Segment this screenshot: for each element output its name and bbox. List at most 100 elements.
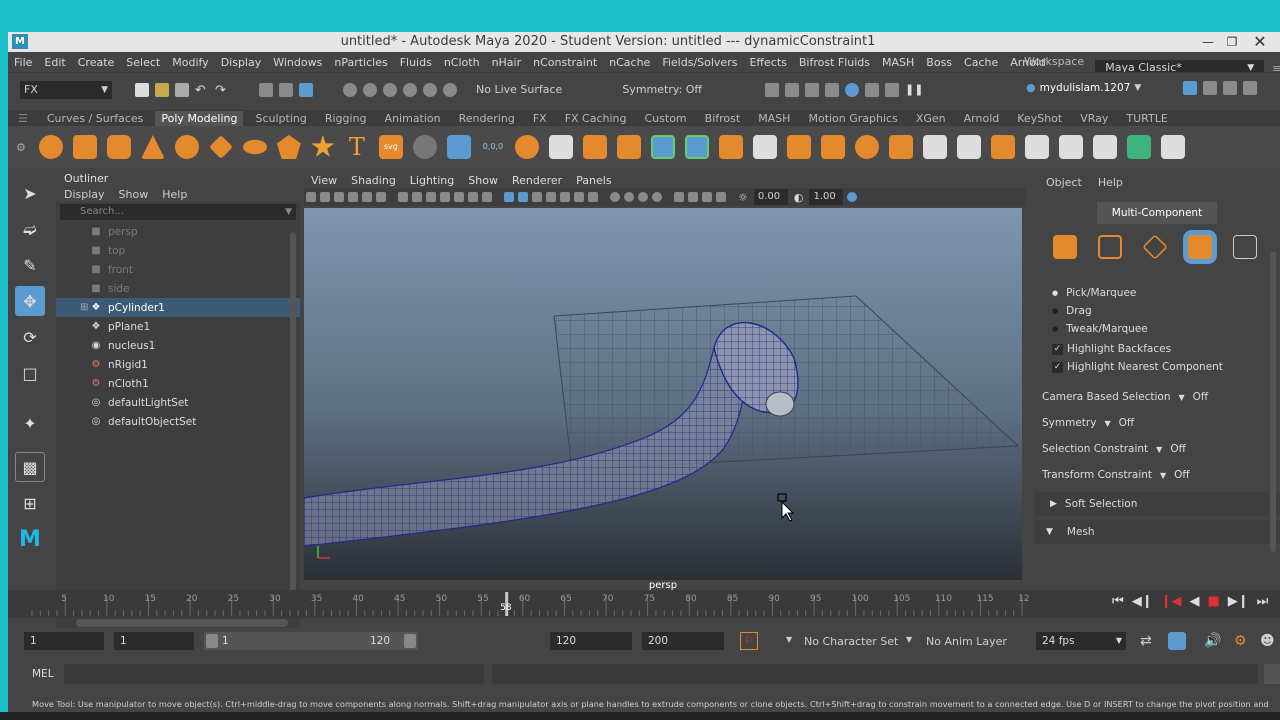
film-gate-icon[interactable]	[412, 192, 422, 202]
viewport-menu-lighting[interactable]: Lighting	[410, 174, 454, 187]
poly-cylinder-icon[interactable]	[106, 135, 131, 159]
scene-end-field[interactable]: 200	[642, 632, 724, 650]
menu-boss[interactable]: Boss	[926, 56, 952, 69]
shelf-tab-bifrost[interactable]: Bifrost	[705, 112, 741, 125]
reset-transform-icon[interactable]: 0,0,0	[481, 135, 505, 159]
single-perspective-layout-icon[interactable]: ▩	[15, 452, 45, 482]
modeling-toolkit-toggle-icon[interactable]	[1183, 81, 1197, 95]
transform-constraint-row[interactable]: Transform Constraint ▼ Off	[1042, 462, 1280, 488]
snap-view-plane-icon[interactable]	[403, 82, 417, 97]
gate-mask-icon[interactable]	[440, 192, 450, 202]
mirror-tool-icon[interactable]	[412, 135, 437, 159]
menu-display[interactable]: Display	[221, 56, 262, 69]
menu-mash[interactable]: MASH	[882, 56, 914, 69]
default-material-icon[interactable]	[532, 192, 542, 202]
isolate-select-icon[interactable]	[674, 192, 684, 202]
camera-attributes-icon[interactable]	[320, 192, 330, 202]
user-account[interactable]: ● mydulislam.1207 ▼	[1026, 81, 1141, 94]
toolkit-menu-object[interactable]: Object	[1046, 176, 1082, 189]
connect-tool-icon[interactable]	[888, 135, 913, 159]
sound-icon[interactable]: 🔊	[1204, 633, 1221, 649]
shelf-tab-fx[interactable]: FX	[533, 112, 547, 125]
viewport-menu-view[interactable]: View	[311, 174, 337, 187]
outliner-vertical-scrollbar[interactable]	[290, 232, 296, 604]
shelf-tab-arnold[interactable]: Arnold	[964, 112, 1000, 125]
type-tool-icon[interactable]: T	[345, 135, 369, 159]
grease-pencil-icon[interactable]	[376, 192, 386, 202]
smooth-shade-icon[interactable]	[518, 192, 528, 202]
tool-settings-toggle-icon[interactable]	[1223, 81, 1237, 95]
maya-m-icon[interactable]: M	[15, 524, 45, 554]
vertex-mode-icon[interactable]	[1098, 235, 1122, 259]
search-options-icon[interactable]: ▼	[285, 204, 292, 220]
poly-torus-icon[interactable]	[174, 135, 199, 159]
target-weld-icon[interactable]	[854, 135, 879, 159]
play-icon[interactable]	[885, 82, 900, 97]
fps-dropdown[interactable]: 24 fps ▼	[1036, 632, 1126, 650]
menu-ncloth[interactable]: nCloth	[444, 56, 480, 69]
close-button[interactable]: ✕	[1248, 32, 1272, 52]
outliner-menu-help[interactable]: Help	[162, 188, 187, 201]
platonic-solid-icon[interactable]	[276, 135, 301, 159]
face-mode-icon[interactable]	[1188, 235, 1212, 259]
select-tool-arrow-icon[interactable]: ➤	[15, 178, 45, 208]
outliner-item-defaultlightset[interactable]: ◎ defaultLightSet	[56, 393, 300, 412]
insert-edge-loop-icon[interactable]	[990, 135, 1015, 159]
shelf-tab-fx-caching[interactable]: FX Caching	[565, 112, 627, 125]
step-back-frame-icon[interactable]: ❙◀	[1161, 594, 1182, 609]
drag-option[interactable]: ● Drag	[1052, 302, 1280, 320]
super-shape-icon[interactable]	[311, 135, 335, 157]
smooth-icon[interactable]	[582, 135, 607, 159]
anim-layer-dropdown[interactable]: No Anim Layer	[926, 635, 1007, 648]
menu-select[interactable]: Select	[126, 56, 160, 69]
wireframe-on-shaded-icon[interactable]	[546, 192, 556, 202]
viewport-canvas[interactable]	[304, 208, 1022, 580]
shelf-tab-motion-graphics[interactable]: Motion Graphics	[808, 112, 897, 125]
menu-effects[interactable]: Effects	[749, 56, 786, 69]
shelf-tab-turtle[interactable]: TURTLE	[1126, 112, 1167, 125]
fill-hole-icon[interactable]	[786, 135, 811, 159]
four-view-layout-icon[interactable]: ⊞	[15, 488, 45, 518]
shelf-tab-curves-surfaces[interactable]: Curves / Surfaces	[47, 112, 144, 125]
auto-key-icon[interactable]: ⚐	[740, 632, 758, 650]
combine-icon[interactable]	[514, 135, 539, 159]
mel-input[interactable]	[64, 664, 484, 684]
select-component-icon[interactable]	[299, 82, 313, 97]
menu-nhair[interactable]: nHair	[492, 56, 522, 69]
pick-marquee-option[interactable]: ● Pick/Marquee	[1052, 284, 1280, 302]
outliner-item-defaultobjectset[interactable]: ◎ defaultObjectSet	[56, 412, 300, 431]
script-language-toggle[interactable]: MEL	[32, 668, 54, 680]
shelf-tab-sculpting[interactable]: Sculpting	[255, 112, 306, 125]
save-scene-icon[interactable]	[175, 82, 189, 97]
safe-title-icon[interactable]	[482, 192, 492, 202]
uv-mode-icon[interactable]	[1233, 235, 1257, 259]
edge-mode-icon[interactable]	[1142, 234, 1168, 260]
symmetry-dropdown[interactable]: Symmetry: Off	[622, 83, 702, 96]
open-scene-icon[interactable]	[155, 82, 169, 97]
menu-ncache[interactable]: nCache	[609, 56, 650, 69]
shadows-icon[interactable]	[588, 192, 598, 202]
gamma-field[interactable]: 1.00	[809, 189, 844, 205]
bridge-icon[interactable]	[684, 135, 709, 159]
render-frame-icon[interactable]	[765, 82, 780, 97]
use-all-lights-icon[interactable]	[574, 192, 584, 202]
screen-space-ao-icon[interactable]	[610, 192, 620, 202]
menu-windows[interactable]: Windows	[273, 56, 322, 69]
select-camera-icon[interactable]	[306, 192, 316, 202]
snap-curve-icon[interactable]	[363, 82, 377, 97]
move-tool-icon[interactable]: ✥	[15, 286, 45, 316]
resolution-gate-icon[interactable]	[426, 192, 436, 202]
go-to-end-icon[interactable]: ⏭	[1257, 594, 1269, 609]
slide-edge-icon[interactable]	[1058, 135, 1083, 159]
auto-uv-icon[interactable]	[1160, 135, 1185, 159]
shelf-tab-animation[interactable]: Animation	[385, 112, 441, 125]
shelf-options-icon[interactable]: ⚙	[16, 141, 26, 154]
menu-cache[interactable]: Cache	[964, 56, 998, 69]
camera-based-selection-row[interactable]: Camera Based Selection ▼ Off	[1042, 384, 1280, 410]
shelf-tab-keyshot[interactable]: KeyShot	[1017, 112, 1062, 125]
uv-editor-icon[interactable]	[1126, 135, 1151, 159]
multi-component-button[interactable]: Multi-Component	[1097, 202, 1217, 224]
poly-sphere-icon[interactable]	[38, 135, 63, 159]
menu-nconstraint[interactable]: nConstraint	[533, 56, 597, 69]
outliner-horizontal-scrollbar[interactable]	[76, 619, 288, 627]
